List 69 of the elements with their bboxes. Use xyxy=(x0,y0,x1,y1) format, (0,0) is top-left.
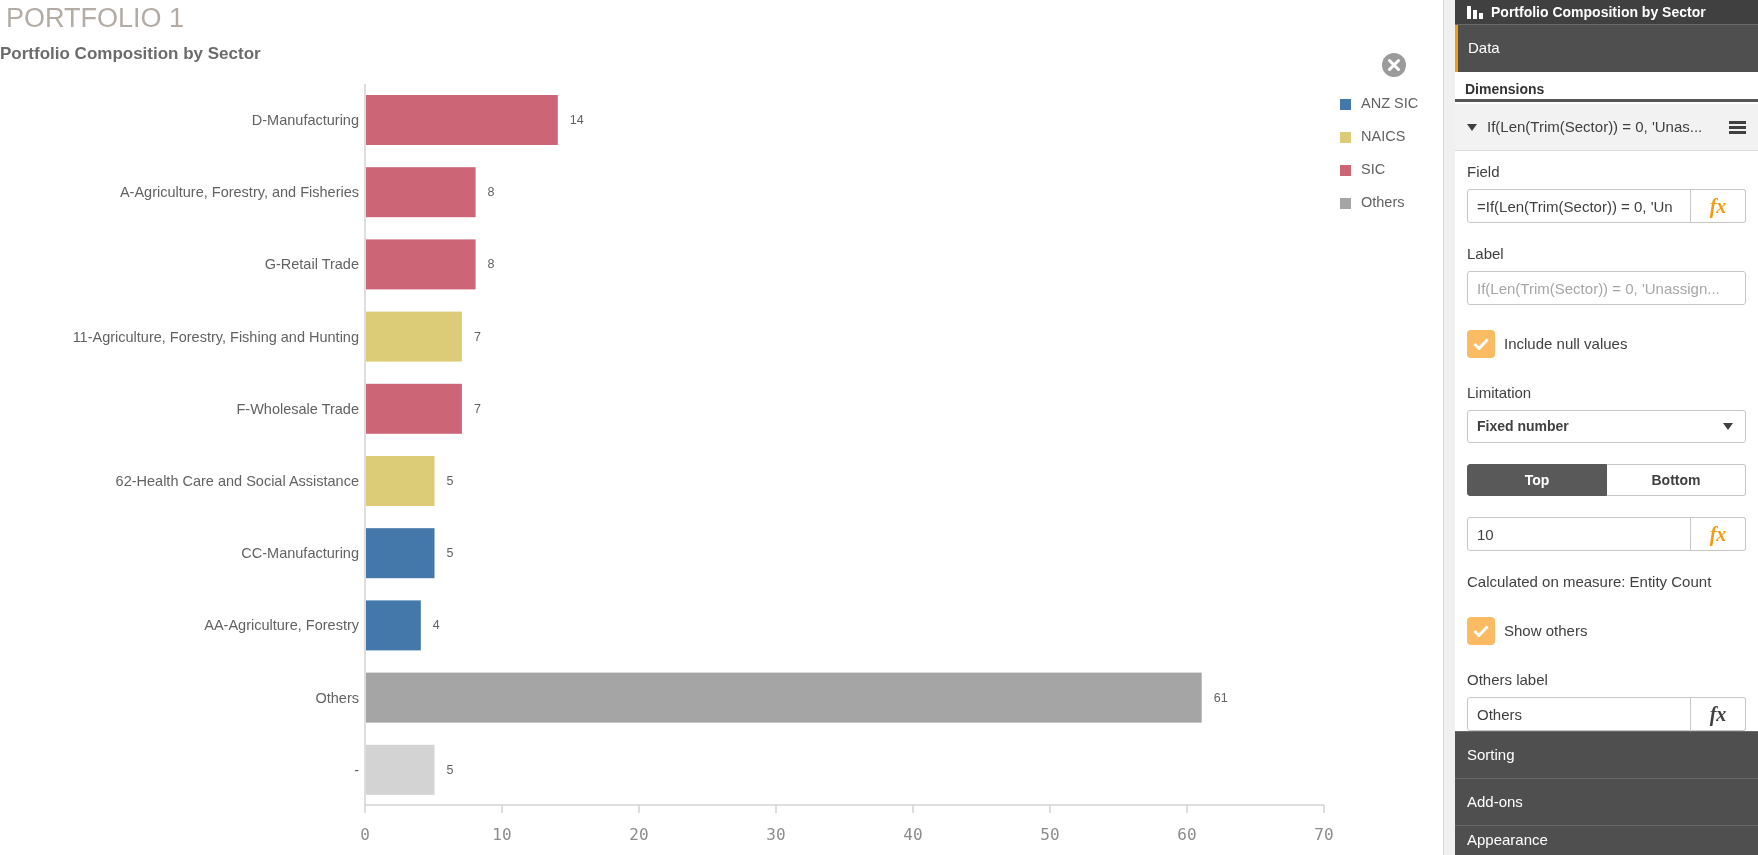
category-label: Others xyxy=(315,689,359,706)
bar xyxy=(366,456,435,506)
close-icon[interactable] xyxy=(1382,53,1406,77)
chart-title: Portfolio Composition by Sector xyxy=(0,44,261,63)
input-field[interactable]: If(Len(Trim(Sector)) = 0, 'Unassign... xyxy=(1467,271,1746,305)
tick-label: 70 xyxy=(1314,825,1334,844)
value-label: 14 xyxy=(569,113,584,127)
input-field[interactable]: =If(Len(Trim(Sector)) = 0, 'Un xyxy=(1467,189,1691,223)
tick-label: 60 xyxy=(1177,825,1197,844)
sheet-title: PORTFOLIO 1 xyxy=(6,2,185,35)
value-label: 4 xyxy=(432,618,440,633)
formula-button[interactable]: fx xyxy=(1691,697,1746,731)
bar xyxy=(366,528,435,579)
section-header[interactable]: Sorting xyxy=(1455,731,1758,778)
dropdown[interactable]: Fixed number xyxy=(1467,410,1746,443)
toggle-option[interactable]: Bottom xyxy=(1607,464,1746,496)
toggle-option[interactable]: Top xyxy=(1467,464,1607,496)
category-label: 62-Health Care and Social Assistance xyxy=(115,473,359,489)
bar xyxy=(366,600,421,651)
tick-label: 30 xyxy=(766,825,786,844)
value-label: 7 xyxy=(473,329,481,344)
checkbox[interactable] xyxy=(1467,617,1495,645)
bar xyxy=(366,744,435,795)
category-label: AA-Agriculture, Forestry xyxy=(204,617,359,634)
tick-label: 20 xyxy=(629,825,649,844)
value-label: 5 xyxy=(446,762,454,777)
value-label: 8 xyxy=(487,257,495,272)
panel-title: Portfolio Composition by Sector xyxy=(1491,2,1706,22)
checkbox-label: Include null values xyxy=(1504,333,1628,354)
value-label: 5 xyxy=(446,546,454,561)
legend-label: ANZ SIC xyxy=(1361,94,1419,114)
dimension-row[interactable]: If(Len(Trim(Sector)) = 0, 'Unas... xyxy=(1455,104,1758,151)
section-header[interactable]: Add-ons xyxy=(1455,778,1758,825)
category-label: G-Retail Trade xyxy=(264,256,359,273)
value-label: 8 xyxy=(487,185,495,200)
field-label: Limitation xyxy=(1467,383,1532,403)
input-field[interactable]: Others xyxy=(1467,697,1691,731)
legend-label: SIC xyxy=(1361,160,1386,180)
category-label: 11-Agriculture, Forestry, Fishing and Hunting xyxy=(72,328,359,345)
checkmark-icon xyxy=(1473,625,1489,637)
category-label: - xyxy=(354,761,359,778)
checkbox-label: Show others xyxy=(1504,620,1588,641)
value-label: 5 xyxy=(446,474,454,488)
field-label: Label xyxy=(1467,244,1504,264)
field-label: Others label xyxy=(1467,670,1548,690)
checkmark-icon xyxy=(1473,338,1489,350)
category-label: A-Agriculture, Forestry, and Fisheries xyxy=(119,184,359,201)
caret-down-icon xyxy=(1467,123,1477,131)
menu-icon[interactable] xyxy=(1729,120,1746,134)
dimensions-heading: Dimensions xyxy=(1465,80,1545,98)
value-label: 61 xyxy=(1213,690,1228,705)
tick-label: 40 xyxy=(903,825,923,844)
legend-label: Others xyxy=(1361,193,1405,213)
tick-label: 50 xyxy=(1040,825,1060,844)
category-label: CC-Manufacturing xyxy=(241,545,359,562)
value-label: 7 xyxy=(473,401,481,416)
category-label: F-Wholesale Trade xyxy=(236,400,359,417)
bar-chart-icon xyxy=(1467,5,1483,19)
section-header[interactable]: Data xyxy=(1455,25,1758,72)
input-field[interactable]: 10 xyxy=(1467,517,1691,551)
measure-note: Calculated on measure: Entity Count xyxy=(1467,572,1712,592)
legend-label: NAICS xyxy=(1361,127,1406,147)
tick-label: 10 xyxy=(492,825,512,844)
section-header[interactable]: Appearance xyxy=(1455,825,1758,855)
field-label: Field xyxy=(1467,162,1500,182)
category-label: D-Manufacturing xyxy=(251,112,359,128)
caret-down-icon xyxy=(1723,423,1733,430)
tick-label: 0 xyxy=(360,825,370,844)
checkbox[interactable] xyxy=(1467,330,1495,358)
